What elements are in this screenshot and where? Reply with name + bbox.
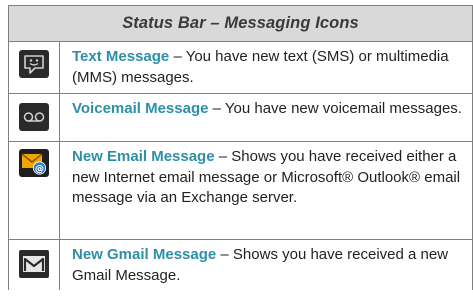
- row-term: New Gmail Message: [72, 246, 217, 263]
- row-text: Voicemail Message – You have new voicema…: [60, 94, 472, 141]
- email-icon: @: [19, 149, 49, 177]
- dash: –: [173, 48, 182, 65]
- gmail-icon: [19, 250, 49, 278]
- row-description: You have new voicemail messages.: [224, 100, 462, 117]
- svg-text:@: @: [35, 164, 44, 174]
- table-row: @ New Email Message – Shows you have rec…: [9, 142, 472, 240]
- row-text: Text Message – You have new text (SMS) o…: [60, 42, 472, 93]
- text-message-icon: [19, 50, 49, 78]
- table-row: New Gmail Message – Shows you have recei…: [9, 240, 472, 290]
- row-term: Voicemail Message: [72, 100, 209, 117]
- table-row: Text Message – You have new text (SMS) o…: [9, 42, 472, 94]
- dash: –: [218, 148, 228, 165]
- voicemail-icon: [19, 103, 49, 131]
- table-title: Status Bar – Messaging Icons: [9, 6, 472, 42]
- dash: –: [220, 246, 229, 263]
- messaging-icons-table: Status Bar – Messaging Icons Text Messag…: [8, 5, 473, 290]
- table-row: Voicemail Message – You have new voicema…: [9, 94, 472, 142]
- row-term: New Email Message: [72, 148, 215, 165]
- row-text: New Email Message – Shows you have recei…: [60, 142, 472, 239]
- row-text: New Gmail Message – Shows you have recei…: [60, 240, 472, 290]
- icon-cell: [9, 94, 60, 141]
- row-term: Text Message: [72, 48, 170, 65]
- icon-cell: [9, 42, 60, 93]
- icon-cell: [9, 240, 60, 290]
- dash: –: [212, 100, 221, 117]
- icon-cell: @: [9, 142, 60, 239]
